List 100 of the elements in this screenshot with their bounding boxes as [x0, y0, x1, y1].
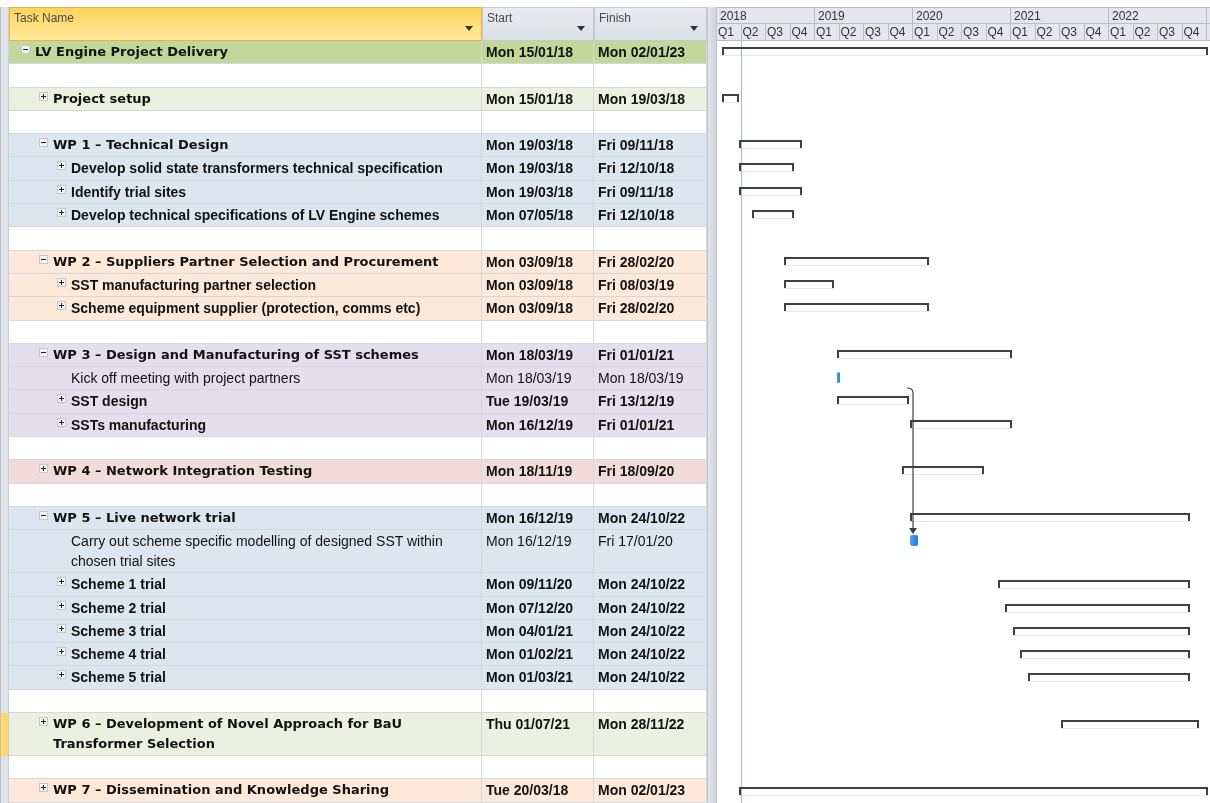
- finish-date: Mon 18/03/19: [597, 369, 685, 389]
- year-label: 2022: [1109, 7, 1207, 24]
- task-name: WP 1 – Technical Design: [53, 136, 229, 155]
- expand-icon[interactable]: [39, 783, 48, 793]
- column-header[interactable]: Start: [482, 7, 594, 41]
- column-header[interactable]: Finish: [594, 7, 707, 41]
- start-date: Mon 18/03/19: [485, 345, 575, 365]
- finish-date: Mon 24/10/22: [597, 598, 687, 618]
- year-label: 2019: [815, 7, 913, 24]
- expand-icon[interactable]: [57, 623, 66, 633]
- column-header[interactable]: Task Name: [9, 7, 482, 41]
- start-date: Mon 18/11/19: [485, 462, 574, 482]
- quarter-label: Q1: [1011, 24, 1036, 41]
- finish-date: Fri 09/11/18: [597, 182, 675, 202]
- row-selector[interactable]: [0, 756, 9, 780]
- finish-date: Mon 24/10/22: [597, 645, 687, 665]
- quarter-label: Q2: [839, 24, 864, 41]
- year-label: 2021: [1011, 7, 1109, 24]
- collapse-icon[interactable]: [39, 254, 48, 264]
- quarter-label: Q2: [1133, 24, 1158, 41]
- expand-icon[interactable]: [57, 417, 66, 427]
- start-date: Mon 18/03/19: [485, 369, 573, 389]
- start-date: Mon 16/12/19: [485, 415, 575, 435]
- task-name: Scheme 4 trial: [71, 645, 166, 665]
- quarter-label: Q2: [741, 24, 766, 41]
- finish-date: Fri 01/01/21: [597, 345, 676, 365]
- quarter-label: Q1: [815, 24, 840, 41]
- task-name: Scheme 1 trial: [71, 575, 166, 595]
- task-name: Scheme 2 trial: [71, 598, 166, 618]
- task-name: WP 7 – Dissemination and Knowledge Sharing: [53, 781, 390, 800]
- finish-date: Mon 02/01/23: [597, 43, 687, 62]
- finish-date: Fri 12/10/18: [597, 206, 676, 226]
- expand-icon[interactable]: [57, 577, 66, 587]
- start-date: Mon 19/03/18: [485, 136, 575, 156]
- quarter-label: Q4: [888, 24, 913, 41]
- task-name: WP 3 – Design and Manufacturing of SST schemes: [53, 345, 419, 364]
- finish-date: Fri 12/10/18: [597, 159, 676, 179]
- summary-bar: [739, 163, 795, 172]
- expand-icon[interactable]: [39, 464, 48, 474]
- task-name: Kick off meeting with project partners: [71, 369, 301, 389]
- start-date: Mon 01/03/21: [485, 668, 575, 688]
- finish-date: Fri 01/01/21: [597, 415, 676, 435]
- expand-icon[interactable]: [57, 208, 66, 218]
- start-date: Tue 20/03/18: [485, 781, 570, 801]
- pane-splitter[interactable]: [707, 7, 717, 41]
- start-date: Tue 19/03/19: [485, 392, 570, 412]
- collapse-icon[interactable]: [39, 347, 48, 357]
- collapse-icon[interactable]: [39, 510, 48, 520]
- dropdown-icon[interactable]: [577, 26, 585, 31]
- expand-icon[interactable]: [39, 91, 48, 101]
- collapse-icon[interactable]: [21, 45, 30, 54]
- expand-icon[interactable]: [57, 161, 66, 171]
- quarter-label: Q3: [1158, 24, 1183, 41]
- task-bar: [909, 535, 919, 547]
- start-date: Mon 16/12/19: [485, 532, 573, 552]
- quarter-label: Q4: [986, 24, 1011, 41]
- expand-icon[interactable]: [57, 647, 66, 657]
- row-selector[interactable]: [0, 779, 9, 803]
- dropdown-icon[interactable]: [465, 26, 473, 31]
- task-name: Identify trial sites: [71, 182, 187, 202]
- finish-date: Fri 17/01/20: [597, 532, 674, 552]
- expand-icon[interactable]: [39, 717, 48, 726]
- start-date: Thu 01/07/21: [485, 715, 572, 734]
- finish-date: Mon 24/10/22: [597, 575, 687, 595]
- task-name: WP 6 – Development of Novel Approach for BaU Transformer Selection: [53, 715, 404, 753]
- quarter-label: Q3: [1060, 24, 1085, 41]
- start-date: Mon 04/01/21: [485, 621, 575, 641]
- corner-cell: [0, 7, 9, 41]
- start-date: Mon 19/03/18: [485, 182, 575, 202]
- task-name: SST manufacturing partner selection: [71, 275, 317, 295]
- quarter-label: Q1: [1109, 24, 1134, 41]
- summary-bar: [739, 140, 802, 149]
- task-name: WP 5 – Live network trial: [53, 508, 236, 527]
- finish-date: Mon 28/11/22: [597, 715, 686, 734]
- collapse-icon[interactable]: [39, 138, 48, 148]
- expand-icon[interactable]: [57, 301, 66, 311]
- dropdown-icon[interactable]: [690, 26, 698, 31]
- task-name: WP 4 – Network Integration Testing: [53, 462, 313, 481]
- row-selector[interactable]: [0, 713, 9, 756]
- pane-splitter[interactable]: [707, 41, 717, 803]
- quarter-label: Q3: [962, 24, 987, 41]
- finish-date: Fri 28/02/20: [597, 252, 676, 272]
- task-name: Project setup: [53, 89, 151, 108]
- expand-icon[interactable]: [57, 184, 66, 194]
- quarter-label: Q3: [864, 24, 889, 41]
- task-name: Develop technical specifications of LV Engine schemes: [71, 206, 440, 226]
- expand-icon[interactable]: [57, 277, 66, 287]
- start-date: Mon 07/05/18: [485, 206, 575, 226]
- expand-icon[interactable]: [57, 394, 66, 404]
- task-name: WP 2 – Suppliers Partner Selection and Procurement: [53, 252, 439, 271]
- task-name: Scheme 3 trial: [71, 621, 166, 641]
- task-name: LV Engine Project Delivery: [35, 43, 228, 61]
- expand-icon[interactable]: [57, 670, 66, 680]
- finish-date: Fri 09/11/18: [597, 136, 675, 156]
- expand-icon[interactable]: [57, 600, 66, 610]
- start-date: Mon 19/03/18: [485, 159, 575, 179]
- start-date: Mon 15/01/18: [485, 43, 575, 62]
- task-name: Scheme equipment supplier (protection, comms etc): [71, 299, 421, 319]
- quarter-label: Q3: [766, 24, 791, 41]
- row-selector[interactable]: [0, 689, 9, 713]
